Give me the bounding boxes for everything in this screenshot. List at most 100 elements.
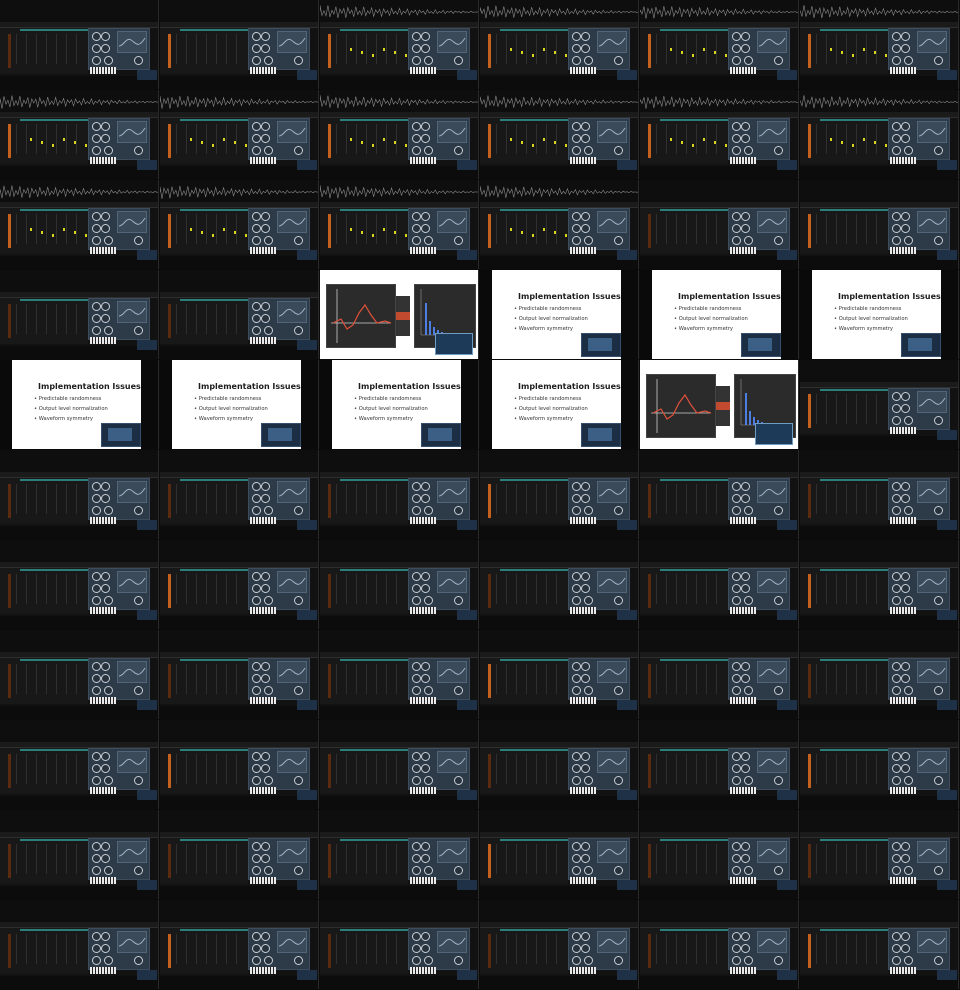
knob-icon[interactable] (252, 122, 261, 131)
knob-icon[interactable] (572, 32, 581, 41)
knob-icon[interactable] (421, 482, 430, 491)
knob-icon[interactable] (741, 212, 750, 221)
knob-icon[interactable] (901, 854, 910, 863)
knob-icon[interactable] (774, 596, 783, 605)
knob-icon[interactable] (101, 752, 110, 761)
mixer-strip[interactable] (876, 574, 887, 604)
daw-screenshot-tile[interactable] (0, 270, 159, 359)
knob-icon[interactable] (294, 506, 303, 515)
knob-icon[interactable] (892, 944, 901, 953)
knob-icon[interactable] (412, 44, 421, 53)
daw-screenshot-tile[interactable] (480, 540, 639, 629)
knob-icon[interactable] (92, 932, 101, 941)
daw-screenshot-tile[interactable] (640, 90, 799, 179)
knob-icon[interactable] (92, 506, 101, 515)
knob-icon[interactable] (901, 482, 910, 491)
mixer-strip[interactable] (716, 844, 727, 874)
mixer-strip[interactable] (236, 574, 247, 604)
knob-icon[interactable] (261, 482, 270, 491)
mixer-strip[interactable] (876, 124, 887, 154)
knob-icon[interactable] (101, 662, 110, 671)
knob-icon[interactable] (261, 944, 270, 953)
daw-screenshot-tile[interactable] (160, 810, 319, 899)
knob-icon[interactable] (252, 482, 261, 491)
knob-icon[interactable] (901, 32, 910, 41)
daw-screenshot-tile[interactable] (800, 540, 959, 629)
knob-icon[interactable] (934, 146, 943, 155)
knob-icon[interactable] (101, 842, 110, 851)
knob-icon[interactable] (134, 326, 143, 335)
knob-icon[interactable] (252, 146, 261, 155)
knob-icon[interactable] (454, 236, 463, 245)
knob-icon[interactable] (934, 866, 943, 875)
waveform-spectrum-slide-tile[interactable] (640, 360, 799, 449)
knob-icon[interactable] (261, 134, 270, 143)
knob-icon[interactable] (732, 944, 741, 953)
knob-icon[interactable] (584, 686, 593, 695)
knob-icon[interactable] (454, 866, 463, 875)
knob-icon[interactable] (252, 302, 261, 311)
knob-icon[interactable] (92, 56, 101, 65)
knob-icon[interactable] (744, 776, 753, 785)
daw-screenshot-tile[interactable] (320, 900, 479, 989)
knob-icon[interactable] (421, 842, 430, 851)
knob-icon[interactable] (412, 212, 421, 221)
knob-icon[interactable] (732, 866, 741, 875)
daw-screenshot-tile[interactable] (320, 90, 479, 179)
knob-icon[interactable] (892, 122, 901, 131)
mixer-strip[interactable] (236, 934, 247, 964)
knob-icon[interactable] (412, 122, 421, 131)
knob-icon[interactable] (572, 854, 581, 863)
knob-icon[interactable] (252, 44, 261, 53)
knob-icon[interactable] (741, 224, 750, 233)
knob-icon[interactable] (892, 56, 901, 65)
daw-screenshot-tile[interactable] (800, 0, 959, 89)
knob-icon[interactable] (892, 506, 901, 515)
knob-icon[interactable] (92, 866, 101, 875)
knob-icon[interactable] (614, 776, 623, 785)
knob-icon[interactable] (572, 842, 581, 851)
knob-icon[interactable] (581, 212, 590, 221)
mixer-strip[interactable] (876, 934, 887, 964)
knob-icon[interactable] (741, 32, 750, 41)
knob-icon[interactable] (101, 32, 110, 41)
knob-icon[interactable] (421, 494, 430, 503)
knob-icon[interactable] (901, 134, 910, 143)
knob-icon[interactable] (892, 212, 901, 221)
knob-icon[interactable] (252, 776, 261, 785)
lecture-slide-tile[interactable]: Implementation Issues Predictable random… (0, 360, 159, 449)
knob-icon[interactable] (892, 686, 901, 695)
mixer-strip[interactable] (556, 34, 567, 64)
knob-icon[interactable] (892, 392, 901, 401)
knob-icon[interactable] (252, 134, 261, 143)
knob-icon[interactable] (901, 674, 910, 683)
knob-icon[interactable] (421, 32, 430, 41)
knob-icon[interactable] (572, 134, 581, 143)
knob-icon[interactable] (774, 686, 783, 695)
knob-icon[interactable] (904, 56, 913, 65)
knob-icon[interactable] (732, 134, 741, 143)
knob-icon[interactable] (261, 572, 270, 581)
knob-icon[interactable] (92, 686, 101, 695)
knob-icon[interactable] (572, 224, 581, 233)
knob-icon[interactable] (572, 146, 581, 155)
knob-icon[interactable] (774, 776, 783, 785)
knob-icon[interactable] (892, 662, 901, 671)
knob-icon[interactable] (454, 776, 463, 785)
knob-icon[interactable] (134, 596, 143, 605)
knob-icon[interactable] (892, 404, 901, 413)
knob-icon[interactable] (252, 494, 261, 503)
knob-icon[interactable] (92, 482, 101, 491)
knob-icon[interactable] (581, 932, 590, 941)
knob-icon[interactable] (732, 956, 741, 965)
knob-icon[interactable] (412, 866, 421, 875)
knob-icon[interactable] (261, 32, 270, 41)
knob-icon[interactable] (252, 32, 261, 41)
knob-icon[interactable] (101, 494, 110, 503)
knob-icon[interactable] (101, 314, 110, 323)
knob-icon[interactable] (572, 776, 581, 785)
knob-icon[interactable] (252, 764, 261, 773)
knob-icon[interactable] (252, 572, 261, 581)
knob-icon[interactable] (412, 236, 421, 245)
knob-icon[interactable] (741, 662, 750, 671)
